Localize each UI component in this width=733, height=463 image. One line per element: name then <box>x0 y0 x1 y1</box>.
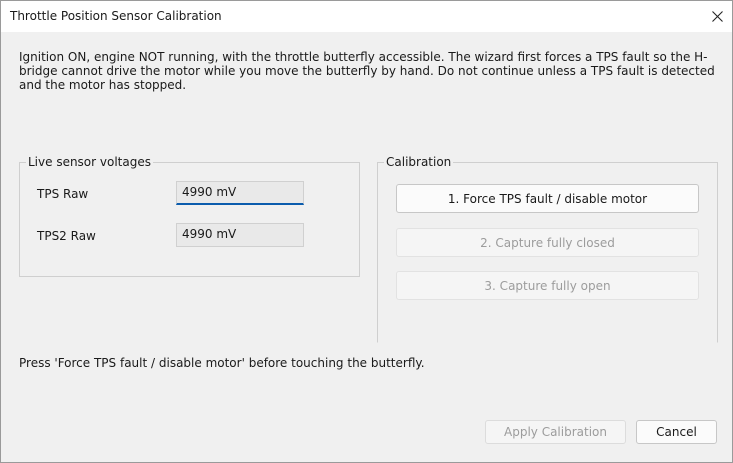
capture-closed-button[interactable]: 2. Capture fully closed <box>396 228 699 257</box>
instructions-text: Ignition ON, engine NOT running, with th… <box>19 50 715 92</box>
tps-raw-label: TPS Raw <box>37 187 89 201</box>
tps2-raw-value-field[interactable]: 4990 mV <box>176 223 304 247</box>
close-button[interactable] <box>702 1 732 32</box>
title-bar[interactable]: Throttle Position Sensor Calibration <box>1 1 732 32</box>
live-sensor-voltages-legend: Live sensor voltages <box>26 155 153 169</box>
capture-open-button[interactable]: 3. Capture fully open <box>396 271 699 300</box>
tps2-raw-label: TPS2 Raw <box>37 229 96 243</box>
calibration-legend: Calibration <box>384 155 454 169</box>
apply-calibration-button[interactable]: Apply Calibration <box>485 420 626 444</box>
window-title: Throttle Position Sensor Calibration <box>10 9 222 23</box>
tps-raw-value-field[interactable]: 4990 mV <box>176 181 304 205</box>
force-tps-fault-button[interactable]: 1. Force TPS fault / disable motor <box>396 184 699 213</box>
status-message: Press 'Force TPS fault / disable motor' … <box>19 356 425 370</box>
live-sensor-voltages-group: Live sensor voltages TPS Raw 4990 mV TPS… <box>19 155 360 277</box>
cancel-button[interactable]: Cancel <box>636 420 717 444</box>
calibration-dialog: Throttle Position Sensor Calibration Ign… <box>0 0 733 463</box>
close-icon <box>711 11 723 22</box>
